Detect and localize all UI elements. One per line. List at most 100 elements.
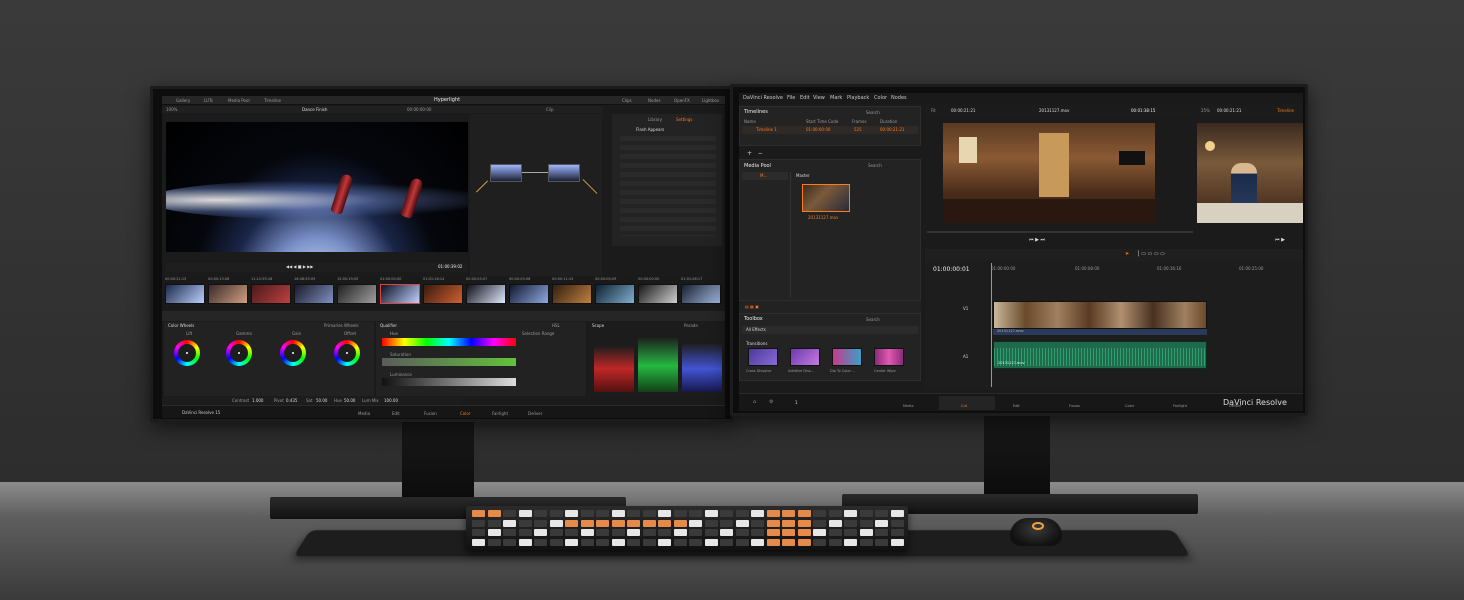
clip-thumbnail[interactable] [380, 284, 420, 304]
col-start: Start Time Code [806, 119, 839, 124]
menu-playback[interactable]: Playback [847, 96, 869, 101]
transition-cross-dissolve[interactable] [748, 348, 778, 366]
edit-tools-row: ➤ ⎮ ▭ ▭ ▭ ▭ [925, 249, 1303, 261]
tab-timeline[interactable]: Timeline [264, 99, 281, 103]
node-2[interactable] [548, 164, 580, 182]
menu-color[interactable]: Color [874, 96, 887, 101]
media-pool-search[interactable]: Search [868, 164, 882, 168]
viewer-zoom[interactable]: 100% [166, 108, 177, 112]
tab-clips[interactable]: Clips [622, 99, 632, 103]
add-button[interactable]: + − [747, 151, 763, 157]
timelines-search[interactable]: Search [866, 111, 880, 115]
source-viewer-image[interactable] [943, 123, 1155, 223]
viewer-image[interactable] [166, 122, 468, 252]
clip-thumbnail[interactable] [595, 284, 635, 304]
video-clip[interactable] [993, 301, 1207, 329]
selection-tool-icon[interactable]: ➤ [1125, 252, 1129, 257]
clip-thumbnail[interactable] [337, 284, 377, 304]
contrast-value[interactable]: 1.000 [252, 399, 263, 403]
tab-lightbox[interactable]: Lightbox [702, 99, 719, 103]
tab-gallery[interactable]: Gallery [176, 99, 190, 103]
clip-thumbnail[interactable] [165, 284, 205, 304]
keyboard-key [565, 519, 578, 527]
rpage-media[interactable]: Media [903, 404, 914, 409]
playhead[interactable] [991, 263, 992, 387]
edit-tool-icons[interactable]: ⎮ ▭ ▭ ▭ ▭ [1137, 252, 1165, 257]
lift-wheel[interactable] [174, 340, 200, 366]
rpage-edit[interactable]: Edit [1013, 404, 1020, 409]
clip-thumbnail[interactable] [509, 284, 549, 304]
node-1[interactable] [490, 164, 522, 182]
sat-bar[interactable] [382, 358, 516, 366]
rpage-color[interactable]: Color [1125, 404, 1134, 409]
timeline-row[interactable]: Timeline 1 01:00:00:00 525 00:00:21:21 [742, 126, 918, 134]
clip-thumbnail[interactable] [681, 284, 721, 304]
gamma-wheel[interactable] [226, 340, 252, 366]
page-fusion[interactable]: Fusion [424, 412, 437, 416]
settings-icon[interactable]: ⚙ [769, 400, 773, 405]
gain-wheel[interactable] [280, 340, 306, 366]
clip-thumbnail[interactable] [423, 284, 463, 304]
qualifier-mode[interactable]: HSL [552, 324, 560, 328]
home-icon[interactable]: ⌂ [753, 400, 756, 405]
node-output-line [582, 179, 598, 194]
color-wheels-mode[interactable]: Primaries Wheels [324, 324, 359, 328]
clip-thumbnail[interactable] [208, 284, 248, 304]
bin-item[interactable]: M... [742, 172, 788, 180]
audio-clip[interactable]: 20131127.mov [993, 341, 1207, 369]
menu-edit[interactable]: Edit [800, 96, 810, 101]
timeline-viewer-image[interactable] [1197, 123, 1303, 223]
effects-tab-settings[interactable]: Settings [676, 118, 692, 122]
transition-center-wipe[interactable] [874, 348, 904, 366]
keyboard-key [565, 538, 578, 546]
source-transport[interactable]: ⏮ ▶ ⏭ [1029, 238, 1045, 243]
tab-media-pool[interactable]: Media Pool [228, 99, 250, 103]
keyboard-key [704, 538, 718, 546]
tab-luts[interactable]: LUTs [204, 99, 213, 103]
media-tools-icons[interactable]: ▤ ▦ ▣ [745, 305, 759, 309]
node-editor[interactable] [470, 114, 602, 276]
rpage-cut-active[interactable]: Cut [939, 396, 995, 410]
playhead-timecode: 01:00:39:02 [438, 264, 463, 269]
clip-thumbnail[interactable] [638, 284, 678, 304]
tab-nodes[interactable]: Nodes [648, 99, 661, 103]
menu-davinci[interactable]: DaVinci Resolve [743, 96, 783, 101]
toolbox-search[interactable]: Search [866, 318, 880, 322]
page-deliver[interactable]: Deliver [528, 412, 542, 416]
media-clip-thumb[interactable] [802, 184, 850, 212]
clip-thumbnail[interactable] [251, 284, 291, 304]
timeline-current-timecode: 01:00:00:01 [933, 266, 970, 273]
rpage-fairlight[interactable]: Fairlight [1173, 404, 1187, 409]
timeline-transport[interactable]: ⏮ ▶ [1275, 238, 1285, 243]
page-edit[interactable]: Edit [392, 412, 400, 416]
source-scrub-bar[interactable] [927, 231, 1193, 233]
menu-file[interactable]: File [787, 96, 795, 101]
rpage-fusion[interactable]: Fusion [1069, 404, 1080, 409]
keyboard-key [658, 529, 671, 536]
lum-bar[interactable] [382, 378, 516, 386]
clip-thumbnail[interactable] [466, 284, 506, 304]
clip-thumbnail[interactable] [294, 284, 334, 304]
scopes-mode[interactable]: Parade [684, 324, 698, 328]
hue-bar[interactable] [382, 338, 516, 346]
menu-mark[interactable]: Mark [830, 96, 842, 101]
hue-value[interactable]: 50.00 [344, 399, 355, 403]
transition-additive-dissolve[interactable] [790, 348, 820, 366]
timeline-zoom[interactable]: 25% [1201, 109, 1210, 113]
page-media[interactable]: Media [358, 412, 370, 416]
source-fit[interactable]: Fit [931, 109, 936, 113]
pivot-value[interactable]: 0.435 [286, 399, 297, 403]
transition-dip-to-color[interactable] [832, 348, 862, 366]
clip-thumbnail[interactable] [552, 284, 592, 304]
lum-mix-value[interactable]: 100.00 [384, 399, 398, 403]
transport-controls[interactable]: ◀◀ ◀ ■ ▶ ▶▶ [286, 265, 313, 269]
sat-value[interactable]: 50.00 [316, 399, 327, 403]
page-color[interactable]: Color [460, 412, 470, 416]
all-effects-row[interactable]: All Effects [742, 326, 918, 334]
tab-openfx[interactable]: OpenFX [674, 99, 690, 103]
menu-nodes[interactable]: Nodes [891, 96, 907, 101]
page-fairlight[interactable]: Fairlight [492, 412, 508, 416]
offset-wheel[interactable] [334, 340, 360, 366]
effects-tab-library[interactable]: Library [648, 118, 662, 122]
menu-view[interactable]: View [813, 96, 825, 101]
